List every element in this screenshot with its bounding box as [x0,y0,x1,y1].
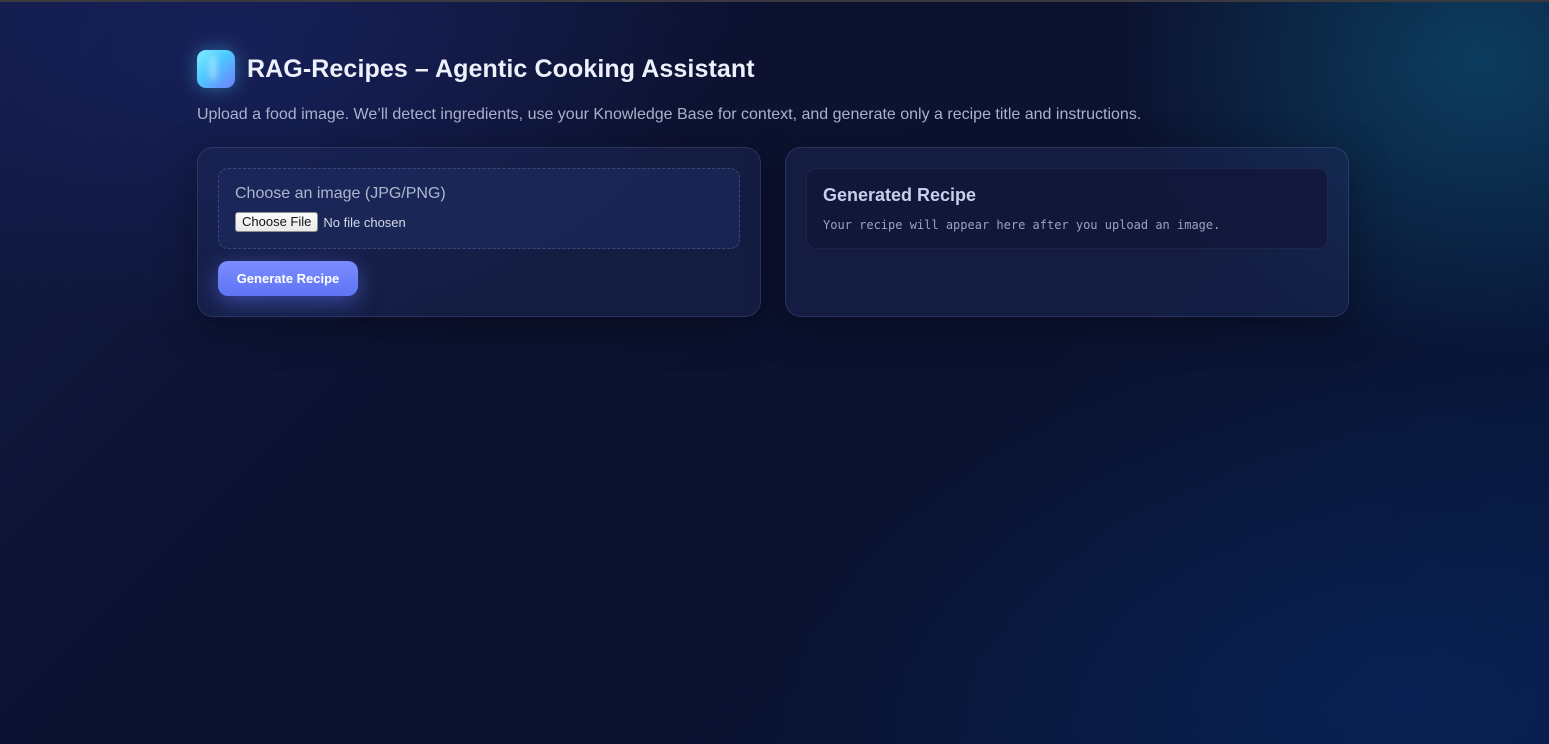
page-subtitle: Upload a food image. We’ll detect ingred… [197,106,1142,123]
window-top-border [0,0,1549,2]
app-logo-icon [197,50,235,88]
choose-file-button[interactable]: Choose File [235,212,319,232]
file-input[interactable]: Choose File No file chosen [235,212,406,232]
output-title: Generated Recipe [823,185,977,205]
image-upload-dropzone[interactable]: Choose an image (JPG/PNG) Choose File No… [218,168,740,249]
output-placeholder-text: Your recipe will appear here after you u… [823,218,1221,232]
page-header: RAG-Recipes – Agentic Cooking Assistant [197,50,1349,88]
cards-row: Choose an image (JPG/PNG) Choose File No… [197,147,1349,319]
recipe-output-card: Generated Recipe Your recipe will appear… [785,147,1349,317]
file-status-text: No file chosen [323,214,406,230]
recipe-output-panel: Generated Recipe Your recipe will appear… [806,168,1328,249]
generate-recipe-button[interactable]: Generate Recipe [218,261,358,296]
upload-card: Choose an image (JPG/PNG) Choose File No… [197,147,761,317]
page-title: RAG-Recipes – Agentic Cooking Assistant [247,54,755,83]
upload-label: Choose an image (JPG/PNG) [235,185,446,202]
page-container: RAG-Recipes – Agentic Cooking Assistant … [197,50,1349,319]
